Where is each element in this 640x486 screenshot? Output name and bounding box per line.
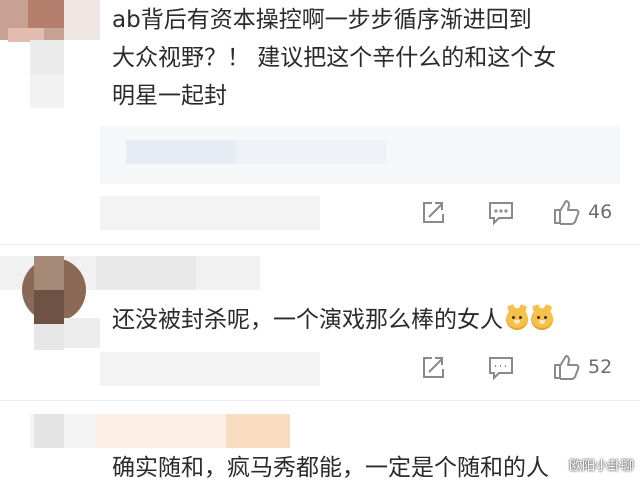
like-icon xyxy=(554,200,580,225)
share-icon xyxy=(423,202,444,223)
comment-button[interactable] xyxy=(487,200,515,226)
avatar-mosaic xyxy=(34,256,64,290)
doge-emoji-icon xyxy=(531,308,553,330)
username-mosaic-2 xyxy=(30,40,64,74)
username-mosaic-3 xyxy=(30,74,64,108)
meta-mosaic xyxy=(100,196,320,230)
avatar-mosaic[interactable] xyxy=(34,414,64,448)
share-button[interactable] xyxy=(420,200,446,226)
comment-icon xyxy=(489,202,513,226)
like-button[interactable]: 52 xyxy=(552,353,612,381)
header-mosaic-3 xyxy=(226,414,290,448)
avatar-mosaic-2 xyxy=(28,0,64,28)
comment-2-text: 还没被封杀呢，一个演戏那么棒的女人 xyxy=(112,302,553,338)
avatar-mosaic-2 xyxy=(34,290,64,324)
comment-button[interactable] xyxy=(487,355,515,381)
divider xyxy=(0,244,640,245)
like-button[interactable]: 46 xyxy=(552,198,612,226)
meta-mosaic xyxy=(100,352,320,386)
like-icon xyxy=(554,355,580,380)
divider xyxy=(0,400,640,401)
share-icon xyxy=(423,357,444,378)
comment-3-line-1: 确实随和，疯马秀都能，一定是个随和的人 xyxy=(112,455,549,481)
like-count: 52 xyxy=(588,356,613,378)
username-mosaic xyxy=(64,318,100,348)
header-mosaic-2 xyxy=(96,256,196,290)
comment-1-line-3: 明星一起封 xyxy=(112,83,227,109)
comment-icon xyxy=(489,357,513,381)
watermark: 欧阳小卦聊 xyxy=(568,459,634,474)
reply-preview-mosaic-2 xyxy=(126,140,236,164)
reply-preview-mosaic-3 xyxy=(236,140,386,164)
doge-emoji-icon xyxy=(506,308,528,330)
share-button[interactable] xyxy=(420,355,446,381)
comment-1-line-1: ab背后有资本操控啊一步步循序渐进回到 xyxy=(112,7,532,33)
comment-2-line-1: 还没被封杀呢，一个演戏那么棒的女人 xyxy=(112,307,503,333)
header-mosaic-2 xyxy=(96,414,226,448)
username-mosaic xyxy=(64,0,100,40)
comment-1-line-2: 大众视野？！ 建议把这个辛什么的和这个女 xyxy=(112,45,557,71)
username-mosaic-2 xyxy=(34,324,64,350)
like-count: 46 xyxy=(588,201,613,223)
